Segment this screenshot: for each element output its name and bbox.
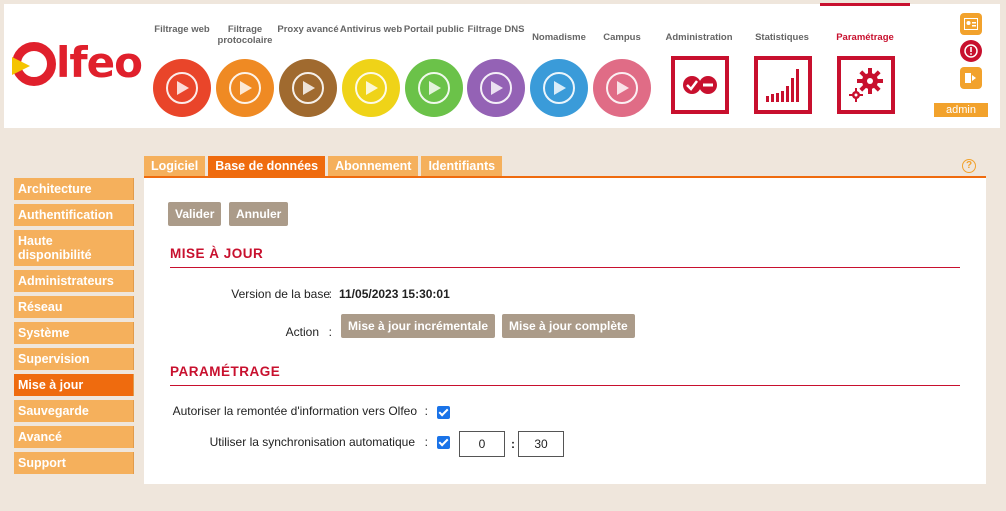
- module-filtrage-web[interactable]: Filtrage web: [146, 24, 218, 117]
- module-administration[interactable]: Administration: [654, 24, 744, 114]
- incremental-update-button[interactable]: Mise à jour incrémentale: [341, 314, 496, 338]
- module-antivirus-web[interactable]: Antivirus web: [335, 24, 407, 117]
- action-colon: :: [328, 325, 332, 339]
- sidebar-item-authentification[interactable]: Authentification: [14, 204, 134, 226]
- tab-bar: Logiciel Base de données Abonnement Iden…: [144, 156, 505, 176]
- profile-card-icon[interactable]: [960, 13, 982, 35]
- section-title-settings: PARAMÉTRAGE: [170, 364, 960, 386]
- module-filtrage-dns[interactable]: Filtrage DNS: [460, 24, 532, 117]
- play-icon: [153, 59, 211, 117]
- header: lfeo Filtrage web Filtrage protocolaire …: [4, 3, 1000, 128]
- sidebar-item-haute-disponibilite[interactable]: Haute disponibilité: [14, 230, 134, 266]
- module-label: Nomadisme: [532, 31, 586, 43]
- administration-icon: [671, 56, 729, 114]
- module-campus[interactable]: Campus: [586, 24, 658, 117]
- play-icon: [216, 59, 274, 117]
- sync-minute-input[interactable]: 30: [518, 431, 564, 457]
- tab-base-de-donnees[interactable]: Base de données: [208, 156, 326, 176]
- user-badge[interactable]: admin: [934, 103, 988, 117]
- sync-hour-input[interactable]: 0: [459, 431, 505, 457]
- sidebar-item-sauvegarde[interactable]: Sauvegarde: [14, 400, 134, 422]
- help-icon[interactable]: ?: [962, 159, 976, 173]
- logo-o-mark: [12, 42, 56, 86]
- feedback-label: Autoriser la remontée d'information vers…: [172, 404, 417, 418]
- sidebar-item-reseau[interactable]: Réseau: [14, 296, 134, 318]
- module-label: Antivirus web: [339, 24, 403, 35]
- sidebar-item-mise-a-jour[interactable]: Mise à jour: [14, 374, 134, 396]
- sidebar-item-administrateurs[interactable]: Administrateurs: [14, 270, 134, 292]
- bar-chart-icon: [754, 56, 812, 114]
- module-parametrage[interactable]: Paramétrage: [820, 3, 910, 114]
- play-icon: [342, 59, 400, 117]
- play-icon: [593, 59, 651, 117]
- sidebar-item-supervision[interactable]: Supervision: [14, 348, 134, 370]
- validate-button[interactable]: Valider: [168, 202, 222, 226]
- cancel-button[interactable]: Annuler: [229, 202, 289, 226]
- module-label: Filtrage web: [154, 24, 210, 35]
- feedback-checkbox[interactable]: [437, 406, 450, 419]
- version-label: Version de la base: [231, 287, 330, 301]
- main-panel: Valider Annuler MISE À JOUR Version de l…: [144, 176, 986, 484]
- time-separator: :: [511, 437, 515, 451]
- play-icon: [405, 59, 463, 117]
- feedback-colon: :: [424, 404, 428, 418]
- version-value: 11/05/2023 15:30:01: [339, 287, 450, 301]
- gears-icon: [837, 56, 895, 114]
- version-colon: :: [328, 287, 332, 301]
- module-filtrage-protocolaire[interactable]: Filtrage protocolaire: [209, 24, 281, 117]
- action-label: Action: [285, 325, 319, 339]
- play-icon: [467, 59, 525, 117]
- play-icon: [279, 59, 337, 117]
- autosync-checkbox[interactable]: [437, 436, 450, 449]
- tab-logiciel[interactable]: Logiciel: [144, 156, 206, 176]
- module-proxy-avance[interactable]: Proxy avancé: [272, 24, 344, 117]
- module-label: Statistiques: [755, 31, 809, 43]
- logout-icon[interactable]: [960, 67, 982, 89]
- play-icon: [530, 59, 588, 117]
- autosync-label: Utiliser la synchronisation automatique: [209, 435, 415, 449]
- info-icon[interactable]: [960, 40, 982, 62]
- autosync-colon: :: [424, 435, 428, 449]
- module-label: Proxy avancé: [277, 24, 339, 35]
- sidebar-item-architecture[interactable]: Architecture: [14, 178, 134, 200]
- sidebar-item-systeme[interactable]: Système: [14, 322, 134, 344]
- module-statistiques[interactable]: Statistiques: [737, 24, 827, 114]
- module-nomadisme[interactable]: Nomadisme: [523, 24, 595, 117]
- module-label: Campus: [603, 31, 641, 43]
- olfeo-logo[interactable]: lfeo: [12, 38, 154, 92]
- module-label: Filtrage DNS: [467, 24, 525, 35]
- module-label: Filtrage protocolaire: [217, 24, 273, 46]
- module-label: Administration: [665, 31, 733, 43]
- logo-text: lfeo: [56, 38, 143, 87]
- full-update-button[interactable]: Mise à jour complète: [502, 314, 635, 338]
- sidebar: Architecture Authentification Haute disp…: [14, 178, 134, 478]
- tab-abonnement[interactable]: Abonnement: [328, 156, 419, 176]
- tab-identifiants[interactable]: Identifiants: [421, 156, 503, 176]
- section-title-update: MISE À JOUR: [170, 246, 960, 268]
- sidebar-item-avance[interactable]: Avancé: [14, 426, 134, 448]
- sidebar-item-support[interactable]: Support: [14, 452, 134, 474]
- module-label: Paramétrage: [836, 31, 894, 43]
